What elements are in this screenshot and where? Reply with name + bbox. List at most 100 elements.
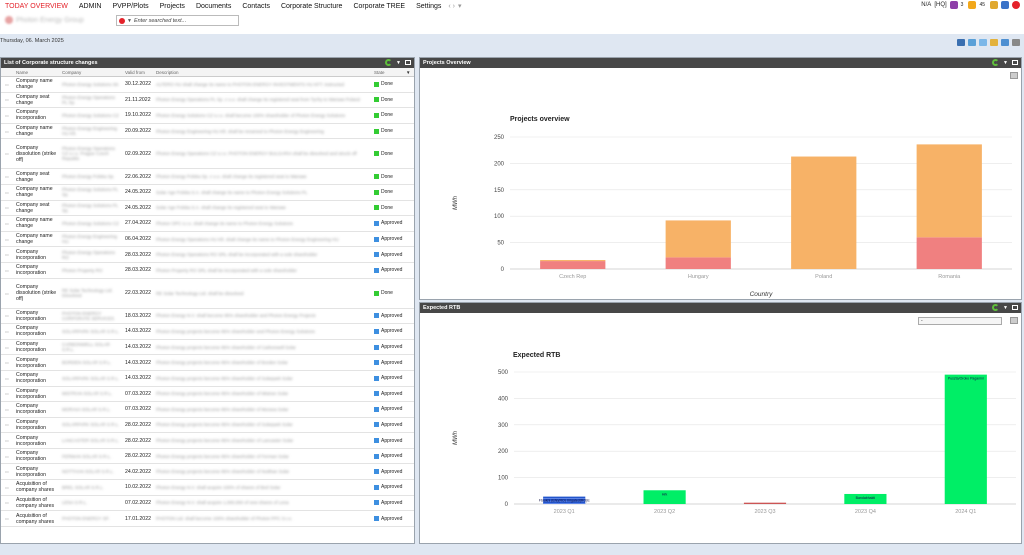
table-row[interactable]: ▭ Company incorporation Photon Property RO… <box>1 263 414 279</box>
table-row[interactable]: ▭ Company name change Photon Energy Engine… <box>1 232 414 248</box>
table-row[interactable]: ▭ Company incorporation MORAVA SOLAR S.R.L… <box>1 402 414 418</box>
row-detail-icon[interactable]: ▭ <box>5 129 9 134</box>
search-options-icon[interactable] <box>119 17 125 24</box>
table-row[interactable]: ▭ Company name change Photon Energy Soluti… <box>1 77 414 93</box>
chevron-down-icon[interactable]: ▼ <box>1003 60 1008 66</box>
table-row[interactable]: ▭ Company incorporation CARBONWELL SOLAR S… <box>1 340 414 356</box>
chevron-down-icon[interactable]: ▼ <box>396 60 401 66</box>
row-detail-icon[interactable]: ▭ <box>5 82 9 87</box>
row-detail-icon[interactable]: ▭ <box>5 360 9 365</box>
table-row[interactable]: ▭ Company dissolution (strike off) Photon … <box>1 139 414 170</box>
row-detail-icon[interactable]: ▭ <box>5 174 9 179</box>
maximize-icon[interactable] <box>1012 305 1018 310</box>
row-detail-icon[interactable]: ▭ <box>5 205 9 210</box>
rtb-filter-select[interactable]: - <box>918 317 1002 325</box>
search-input[interactable]: Enter searched text... <box>134 18 186 24</box>
row-detail-icon[interactable]: ▭ <box>5 237 9 242</box>
row-detail-icon[interactable]: ▭ <box>5 469 9 474</box>
nav-documents[interactable]: Documents <box>196 3 231 10</box>
table-row[interactable]: ▭ Company incorporation SOLARPARK SOLAR S.… <box>1 324 414 340</box>
row-detail-icon[interactable]: ▭ <box>5 151 9 156</box>
table-row[interactable]: ▭ Acquisition of company shares LENA S.R.L… <box>1 496 414 512</box>
table-row[interactable]: ▭ Company seat change Photon Energy Polska… <box>1 169 414 185</box>
table-row[interactable]: ▭ Company dissolution (strike off) RE Sola… <box>1 279 414 309</box>
table-row[interactable]: ▭ Company seat change Photon Energy Soluti… <box>1 201 414 217</box>
table-row[interactable]: ▭ Company incorporation SOLARPARK SOLAR S.… <box>1 371 414 387</box>
table-row[interactable]: ▭ Company incorporation SOLARPARK SOLAR S.… <box>1 418 414 434</box>
bar-romania-s0[interactable] <box>916 237 982 269</box>
row-detail-icon[interactable]: ▭ <box>5 485 9 490</box>
nav-more-icon[interactable]: ▾ <box>458 2 462 10</box>
edit-icon[interactable] <box>990 39 998 46</box>
logo[interactable]: Photon Energy Group <box>5 15 97 25</box>
row-detail-icon[interactable]: ▭ <box>5 407 9 412</box>
bar-hungary-s0[interactable] <box>665 257 731 269</box>
nav-corporate-tree[interactable]: Corporate TREE <box>353 3 405 10</box>
col-valid-from[interactable]: Valid from <box>125 70 145 75</box>
nav-pvpp-plots[interactable]: PVPP/Plots <box>112 3 148 10</box>
row-detail-icon[interactable]: ▭ <box>5 500 9 505</box>
col-state[interactable]: State <box>374 70 385 75</box>
bar-romania-s1[interactable] <box>916 144 982 238</box>
bar-czech-rep-s0[interactable] <box>540 261 606 269</box>
tag-icon[interactable] <box>1001 1 1009 9</box>
refresh-icon[interactable] <box>992 304 1000 311</box>
lock-icon[interactable] <box>990 1 998 9</box>
bar-czech-rep-s1[interactable] <box>540 260 606 262</box>
bar-2024-q1-s1[interactable] <box>944 374 987 504</box>
refresh-all-icon[interactable] <box>968 39 976 46</box>
nav-contacts[interactable]: Contacts <box>242 3 270 10</box>
row-detail-icon[interactable]: ▭ <box>5 113 9 118</box>
sort-icon[interactable]: ▼ <box>406 70 410 75</box>
maximize-icon[interactable] <box>405 60 411 65</box>
settings-icon[interactable] <box>1001 39 1009 46</box>
nav-scroll-arrows[interactable]: ‹ › <box>448 3 455 10</box>
refresh-icon[interactable] <box>385 59 393 66</box>
nav-today-overview[interactable]: TODAY OVERVIEW <box>5 3 68 10</box>
user-icon[interactable] <box>949 1 958 9</box>
nav-projects[interactable]: Projects <box>160 3 185 10</box>
fullscreen-icon[interactable] <box>1012 39 1020 46</box>
row-detail-icon[interactable]: ▭ <box>5 329 9 334</box>
search-box[interactable]: ▼ Enter searched text... <box>116 15 239 26</box>
table-row[interactable]: ▭ Company incorporation LANCASTER SOLAR S.… <box>1 433 414 449</box>
table-row[interactable]: ▭ Company name change Photon Energy Engine… <box>1 124 414 140</box>
row-detail-icon[interactable]: ▭ <box>5 190 9 195</box>
bar-poland-s1[interactable] <box>791 156 857 269</box>
row-detail-icon[interactable]: ▭ <box>5 291 9 296</box>
print-icon[interactable] <box>1010 317 1018 324</box>
table-row[interactable]: ▭ Company incorporation Photon Energy Solu… <box>1 108 414 124</box>
print-icon[interactable] <box>1010 72 1018 79</box>
bar-2023-q3-s2[interactable] <box>743 502 787 504</box>
row-detail-icon[interactable]: ▭ <box>5 438 9 443</box>
nav-settings[interactable]: Settings <box>416 3 441 10</box>
row-detail-icon[interactable]: ▭ <box>5 268 9 273</box>
table-row[interactable]: ▭ Company incorporation MISTRAN SOLAR S.R.… <box>1 387 414 403</box>
table-row[interactable]: ▭ Company incorporation FERMAN SOLAR S.R.L… <box>1 449 414 465</box>
table-row[interactable]: ▭ Company incorporation BORDEN SOLAR S.R.L… <box>1 355 414 371</box>
row-detail-icon[interactable]: ▭ <box>5 454 9 459</box>
row-detail-icon[interactable]: ▭ <box>5 376 9 381</box>
table-row[interactable]: ▭ Company seat change Photon Energy Operat… <box>1 93 414 109</box>
row-detail-icon[interactable]: ▭ <box>5 313 9 318</box>
col-name[interactable]: Name <box>16 70 28 75</box>
table-row[interactable]: ▭ Company incorporation Photon Energy Oper… <box>1 247 414 263</box>
table-row[interactable]: ▭ Acquisition of company shares PHOTON ENE… <box>1 511 414 527</box>
row-detail-icon[interactable]: ▭ <box>5 252 9 257</box>
layout-icon[interactable] <box>979 39 987 46</box>
row-detail-icon[interactable]: ▭ <box>5 345 9 350</box>
nav-corporate-structure[interactable]: Corporate Structure <box>281 3 342 10</box>
row-detail-icon[interactable]: ▭ <box>5 516 9 521</box>
table-row[interactable]: ▭ Company name change Photon Energy Soluti… <box>1 185 414 201</box>
refresh-icon[interactable] <box>992 59 1000 66</box>
image-icon[interactable] <box>957 39 965 46</box>
power-icon[interactable] <box>1012 1 1020 9</box>
bar-hungary-s1[interactable] <box>665 220 731 258</box>
nav-admin[interactable]: ADMIN <box>79 3 102 10</box>
table-row[interactable]: ▭ Acquisition of company shares BREL SOLAR… <box>1 480 414 496</box>
row-detail-icon[interactable]: ▭ <box>5 422 9 427</box>
row-detail-icon[interactable]: ▭ <box>5 391 9 396</box>
table-row[interactable]: ▭ Company name change Photon Energy Soluti… <box>1 216 414 232</box>
table-row[interactable]: ▭ Company incorporation NOTTHAN SOLAR S.R.… <box>1 464 414 481</box>
col-description[interactable]: Description <box>156 70 179 75</box>
